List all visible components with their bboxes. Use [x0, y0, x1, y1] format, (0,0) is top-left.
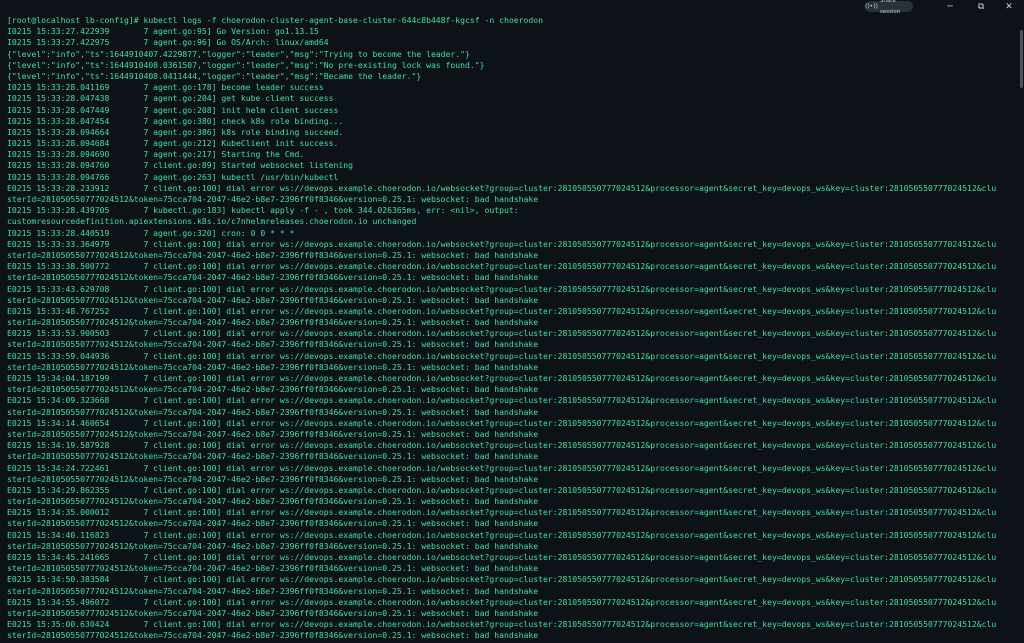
maximize-button[interactable]: ⧉: [966, 0, 996, 14]
terminal-line: sterId=281050550777024512&token=75cca704…: [7, 630, 539, 641]
terminal-line: sterId=281050550777024512&token=75cca704…: [7, 194, 539, 204]
terminal-line: sterId=281050550777024512&token=75cca704…: [7, 473, 539, 484]
close-icon: ✕: [1005, 2, 1013, 12]
title-bar: ((•)) Share session ─ ⧉ ✕: [0, 0, 1024, 15]
terminal-line: sterId=281050550777024512&token=75cca704…: [7, 339, 539, 350]
terminal-line: I0215 15:33:28.047438 7 agent.go:204] ge…: [7, 93, 334, 104]
terminal-line: sterId=281050550777024512&token=75cca704…: [7, 563, 539, 574]
terminal-line: {"level":"info","ts":1644910408.0361507,…: [7, 59, 485, 70]
terminal-line: E0215 15:34:24.722461 7 client.go:100] d…: [7, 462, 997, 473]
terminal-line: E0215 15:34:19.587928 7 client.go:100] d…: [7, 440, 997, 451]
maximize-icon: ⧉: [977, 2, 985, 12]
terminal-line: E0215 15:34:14.460654 7 client.go:100] d…: [7, 417, 997, 428]
terminal-line: customresourcedefinition.apiextensions.k…: [7, 216, 417, 227]
terminal-line: I0215 15:33:28.440519 7 agent.go:320] cr…: [7, 227, 295, 238]
scrollbar-thumb[interactable]: [1020, 30, 1023, 88]
terminal-line: sterId=281050550777024512&token=75cca704…: [7, 406, 539, 417]
terminal-line: sterId=281050550777024512&token=75cca704…: [7, 451, 539, 462]
terminal-line: E0215 15:33:38.500772 7 client.go:100] d…: [7, 261, 997, 272]
terminal-line: sterId=281050550777024512&token=75cca704…: [7, 518, 539, 529]
broadcast-icon: ((•)): [865, 3, 878, 10]
terminal-line: I0215 15:33:28.094684 7 agent.go:212] Ku…: [7, 138, 339, 149]
terminal-line: I0215 15:33:28.439705 7 kubectl.go:183] …: [7, 205, 519, 216]
terminal-line: I0215 15:33:28.094766 7 agent.go:263] ku…: [7, 171, 339, 182]
minimize-button[interactable]: ─: [935, 0, 965, 14]
terminal-line: E0215 15:34:55.496072 7 client.go:100] d…: [7, 596, 997, 607]
terminal-line: I0215 15:33:28.041169 7 agent.go:178] be…: [7, 82, 324, 93]
minimize-icon: ─: [947, 2, 953, 12]
terminal-output[interactable]: [root@localhost lb-config]# kubectl logs…: [0, 14, 1018, 643]
terminal-line: E0215 15:33:53.900503 7 client.go:100] d…: [7, 328, 997, 339]
terminal-line: I0215 15:33:28.047449 7 agent.go:208] in…: [7, 104, 339, 115]
terminal-line: sterId=281050550777024512&token=75cca704…: [7, 540, 539, 551]
terminal-line: sterId=281050550777024512&token=75cca704…: [7, 317, 539, 328]
terminal-line: I0215 15:33:28.094664 7 agent.go:386] k8…: [7, 126, 344, 137]
terminal-line: E0215 15:34:50.383584 7 client.go:100] d…: [7, 574, 997, 585]
terminal-line: sterId=281050550777024512&token=75cca704…: [7, 272, 539, 283]
terminal-line: E0215 15:34:45.241665 7 client.go:100] d…: [7, 552, 997, 562]
terminal-line: sterId=281050550777024512&token=75cca704…: [7, 607, 539, 618]
terminal-line: I0215 15:33:28.094760 7 client.go:89] St…: [7, 160, 353, 171]
terminal-line: sterId=281050550777024512&token=75cca704…: [7, 384, 539, 395]
terminal-line: {"level":"info","ts":1644910407.4229877,…: [7, 48, 470, 59]
terminal-line: sterId=281050550777024512&token=75cca704…: [7, 428, 539, 439]
terminal-line: E0215 15:33:33.364979 7 client.go:100] d…: [7, 238, 997, 249]
terminal-line: E0215 15:34:35.000012 7 client.go:100] d…: [7, 507, 997, 518]
terminal-line: E0215 15:33:28.233912 7 client.go:100] d…: [7, 182, 997, 193]
terminal-line: E0215 15:33:48.767252 7 client.go:100] d…: [7, 305, 997, 316]
terminal-line: E0215 15:34:40.116823 7 client.go:100] d…: [7, 529, 997, 540]
terminal-line: I0215 15:33:28.047454 7 agent.go:380] ch…: [7, 115, 344, 126]
close-button[interactable]: ✕: [994, 0, 1024, 14]
terminal-line: E0215 15:34:09.323668 7 client.go:100] d…: [7, 395, 997, 406]
terminal-window: ((•)) Share session ─ ⧉ ✕ [root@localhos…: [0, 0, 1024, 643]
terminal-line: sterId=281050550777024512&token=75cca704…: [7, 585, 539, 596]
terminal-line: I0215 15:33:27.422939 7 agent.go:95] Go …: [7, 26, 319, 37]
terminal-line: I0215 15:33:27.422975 7 agent.go:96] Go …: [7, 37, 329, 48]
terminal-line: E0215 15:33:59.044936 7 client.go:100] d…: [7, 350, 997, 361]
terminal-line: E0215 15:34:04.187199 7 client.go:100] d…: [7, 373, 997, 383]
vertical-scrollbar[interactable]: [1018, 14, 1024, 643]
terminal-line: sterId=281050550777024512&token=75cca704…: [7, 496, 539, 507]
terminal-line: sterId=281050550777024512&token=75cca704…: [7, 361, 539, 372]
terminal-line: E0215 15:33:43.629708 7 client.go:100] d…: [7, 283, 997, 294]
terminal-line: E0215 15:34:29.862355 7 client.go:100] d…: [7, 484, 997, 495]
terminal-line: E0215 15:35:00.630424 7 client.go:100] d…: [7, 619, 997, 630]
share-session-button[interactable]: ((•)) Share session: [865, 0, 913, 15]
terminal-line: sterId=281050550777024512&token=75cca704…: [7, 249, 539, 260]
terminal-line: [root@localhost lb-config]# kubectl logs…: [7, 15, 544, 25]
terminal-line: sterId=281050550777024512&token=75cca704…: [7, 294, 539, 305]
terminal-line: {"level":"info","ts":1644910408.0411444,…: [7, 70, 422, 81]
terminal-line: I0215 15:33:28.094690 7 agent.go:217] St…: [7, 149, 305, 160]
